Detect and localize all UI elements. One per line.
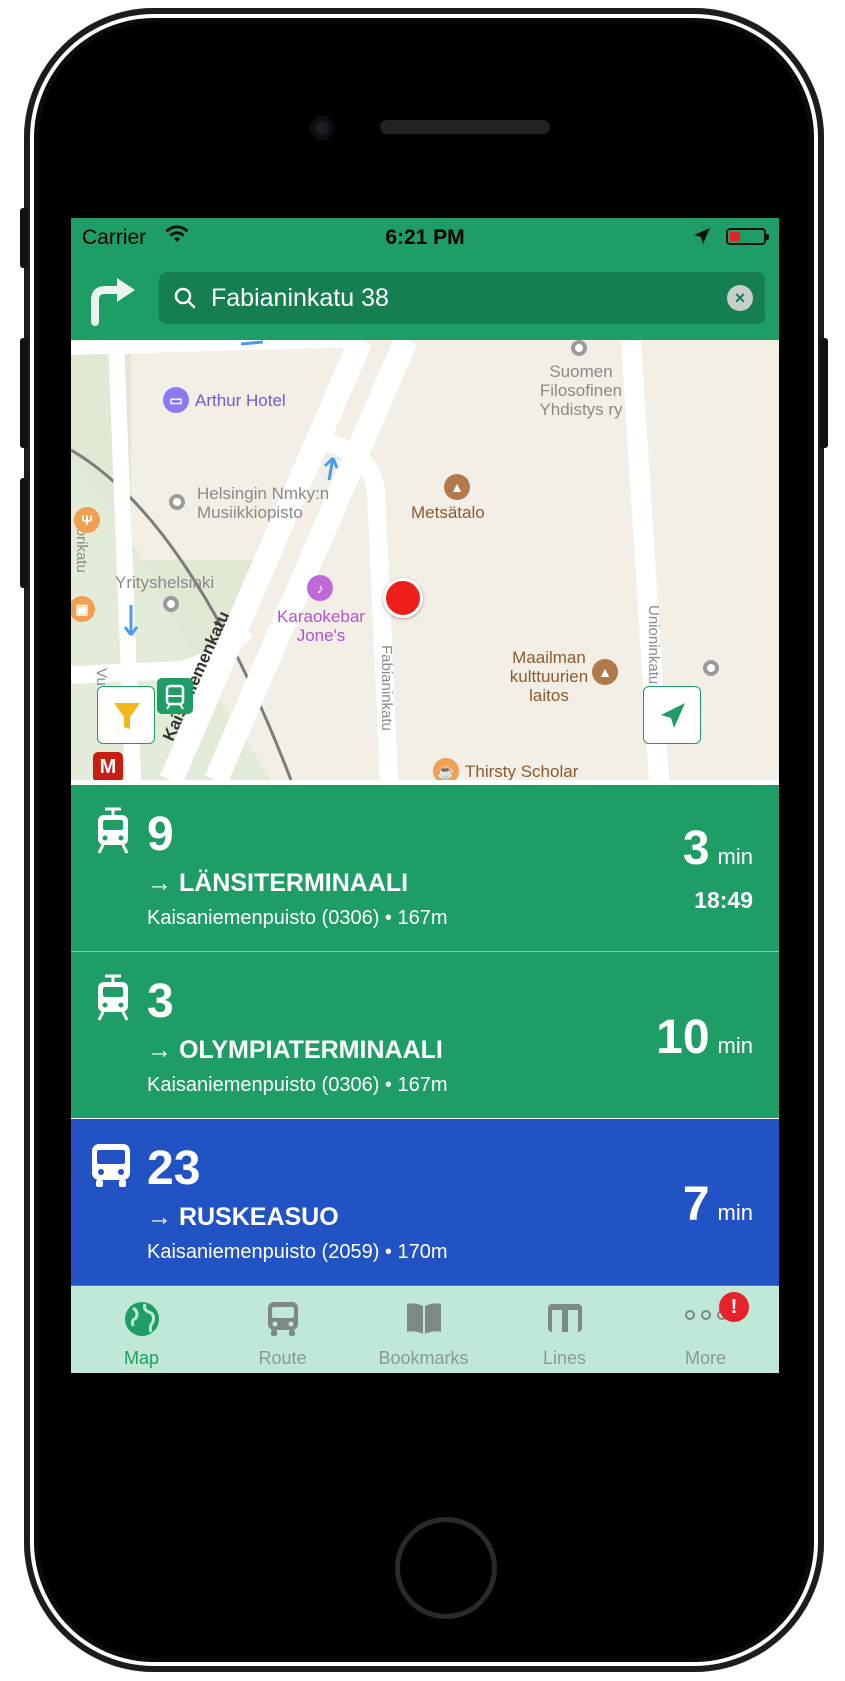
map-label-karaokebar[interactable]: Karaokebar Jone's — [271, 607, 371, 645]
stop-label: Kaisaniemenpuisto (2059) • 170m — [147, 1241, 448, 1263]
filter-icon — [114, 703, 140, 729]
bar-icon[interactable]: ☕ — [433, 758, 459, 780]
tab-label: Map — [123, 1348, 159, 1368]
restaurant-icon[interactable]: Ψ — [74, 507, 100, 533]
school-icon[interactable]: ▲ — [444, 474, 470, 500]
search-field[interactable]: Fabianinkatu 38 × — [159, 272, 765, 324]
line-number: 3 — [147, 975, 174, 1028]
app-screen: Carrier 6:21 PM Fabianinkatu 38 × ▭ Arth… — [71, 218, 779, 1470]
tab-bar: Map Route Bookmarks Lines ! More — [71, 1286, 779, 1373]
earpiece-speaker — [380, 120, 550, 134]
destination-label: → OLYMPIATERMINAALI — [147, 1036, 443, 1064]
map-label-arthur-hotel[interactable]: Arthur Hotel — [195, 391, 286, 410]
home-button[interactable] — [395, 1517, 497, 1619]
karaoke-icon[interactable]: ♪ — [307, 575, 333, 601]
minutes-until: 7 min — [683, 1179, 753, 1239]
map-label-metsatalo[interactable]: Metsätalo — [411, 503, 485, 522]
poi-dot-icon[interactable] — [169, 494, 185, 510]
stop-label: Kaisaniemenpuisto (0306) • 167m — [147, 907, 448, 929]
map-label-unioninkatu: Unioninkatu — [645, 605, 662, 685]
tram-icon — [93, 974, 133, 1027]
location-pin-icon[interactable] — [383, 578, 423, 618]
poi-dot-icon[interactable] — [571, 340, 587, 356]
locate-me-button[interactable] — [643, 686, 701, 744]
tram-icon — [93, 807, 133, 860]
tab-label: Bookmarks — [378, 1348, 469, 1368]
navigation-arrow-icon — [661, 703, 685, 728]
search-input[interactable]: Fabianinkatu 38 — [211, 284, 389, 313]
minutes-unit: min — [717, 1033, 753, 1058]
tab-label: More — [684, 1348, 726, 1368]
departure-row[interactable]: 3 → OLYMPIATERMINAALI Kaisaniemenpuisto … — [71, 952, 779, 1118]
minutes-until: 10 min — [656, 1012, 753, 1072]
lines-icon — [546, 1300, 584, 1341]
line-number: 23 — [147, 1142, 201, 1195]
route-turn-icon[interactable] — [85, 270, 141, 326]
status-time: 6:21 PM — [385, 226, 465, 249]
volume-down-button — [20, 478, 28, 588]
tab-more[interactable]: ! More — [635, 1286, 776, 1373]
book-icon — [405, 1300, 443, 1341]
metro-icon[interactable]: M — [93, 752, 123, 780]
filter-button[interactable] — [97, 686, 155, 744]
minutes-unit: min — [717, 1200, 753, 1225]
stop-label: Kaisaniemenpuisto (0306) • 167m — [147, 1074, 448, 1096]
tab-label: Lines — [542, 1348, 587, 1368]
tram-stop-icon[interactable] — [157, 678, 193, 714]
line-number: 9 — [147, 808, 174, 861]
status-bar: Carrier 6:21 PM — [71, 218, 779, 258]
minutes-unit: min — [717, 844, 753, 869]
battery-icon — [726, 228, 769, 245]
tab-route[interactable]: Route — [212, 1286, 353, 1373]
departure-row[interactable]: 9 → LÄNSITERMINAALI Kaisaniemenpuisto (0… — [71, 785, 779, 951]
location-arrow-icon — [693, 227, 711, 251]
departure-time: 18:49 — [694, 887, 753, 913]
front-camera — [310, 116, 334, 140]
hotel-icon[interactable]: ▭ — [163, 387, 189, 413]
map-label-yrityshelsinki[interactable]: Yrityshelsinki — [115, 573, 214, 592]
search-icon — [173, 286, 197, 315]
destination-label: → LÄNSITERMINAALI — [147, 869, 409, 897]
minutes-value: 10 — [656, 1011, 710, 1064]
tab-bookmarks[interactable]: Bookmarks — [353, 1286, 494, 1373]
school-icon[interactable]: ▲ — [592, 659, 618, 685]
tab-map[interactable]: Map — [71, 1286, 212, 1373]
map-label-maailman[interactable]: Maailman kulttuurien laitos — [491, 648, 607, 705]
map-view[interactable]: ▭ Arthur Hotel Suomen Filosofinen Yhdist… — [71, 340, 779, 780]
notification-badge: ! — [719, 1292, 749, 1322]
map-label-suomen[interactable]: Suomen Filosofinen Yhdistys ry — [521, 362, 641, 419]
globe-icon — [123, 1300, 161, 1343]
map-label-nmky[interactable]: Helsingin Nmky:n Musiikkiopisto — [197, 484, 329, 522]
screen-bottom — [71, 1373, 779, 1470]
tab-label: Route — [258, 1348, 307, 1368]
map-label-thirsty[interactable]: Thirsty Scholar — [465, 762, 578, 780]
minutes-until: 3 min — [683, 823, 753, 883]
departure-row[interactable]: 23 → RUSKEASUO Kaisaniemenpuisto (2059) … — [71, 1119, 779, 1285]
bus-icon — [266, 1300, 300, 1343]
poi-dot-icon[interactable] — [703, 660, 719, 676]
volume-up-button — [20, 338, 28, 448]
mute-switch — [20, 208, 28, 268]
clear-search-icon[interactable]: × — [727, 285, 753, 311]
map-label-fabianinkatu: Fabianinkatu — [378, 645, 395, 731]
bus-icon — [89, 1141, 133, 1194]
power-button — [820, 338, 828, 448]
tab-lines[interactable]: Lines — [494, 1286, 635, 1373]
minutes-value: 7 — [682, 1178, 710, 1231]
poi-dot-icon[interactable] — [163, 596, 179, 612]
search-header: Fabianinkatu 38 × — [71, 258, 779, 340]
map-label-vu: Vu — [93, 668, 110, 686]
minutes-value: 3 — [682, 822, 710, 875]
destination-label: → RUSKEASUO — [147, 1203, 339, 1231]
